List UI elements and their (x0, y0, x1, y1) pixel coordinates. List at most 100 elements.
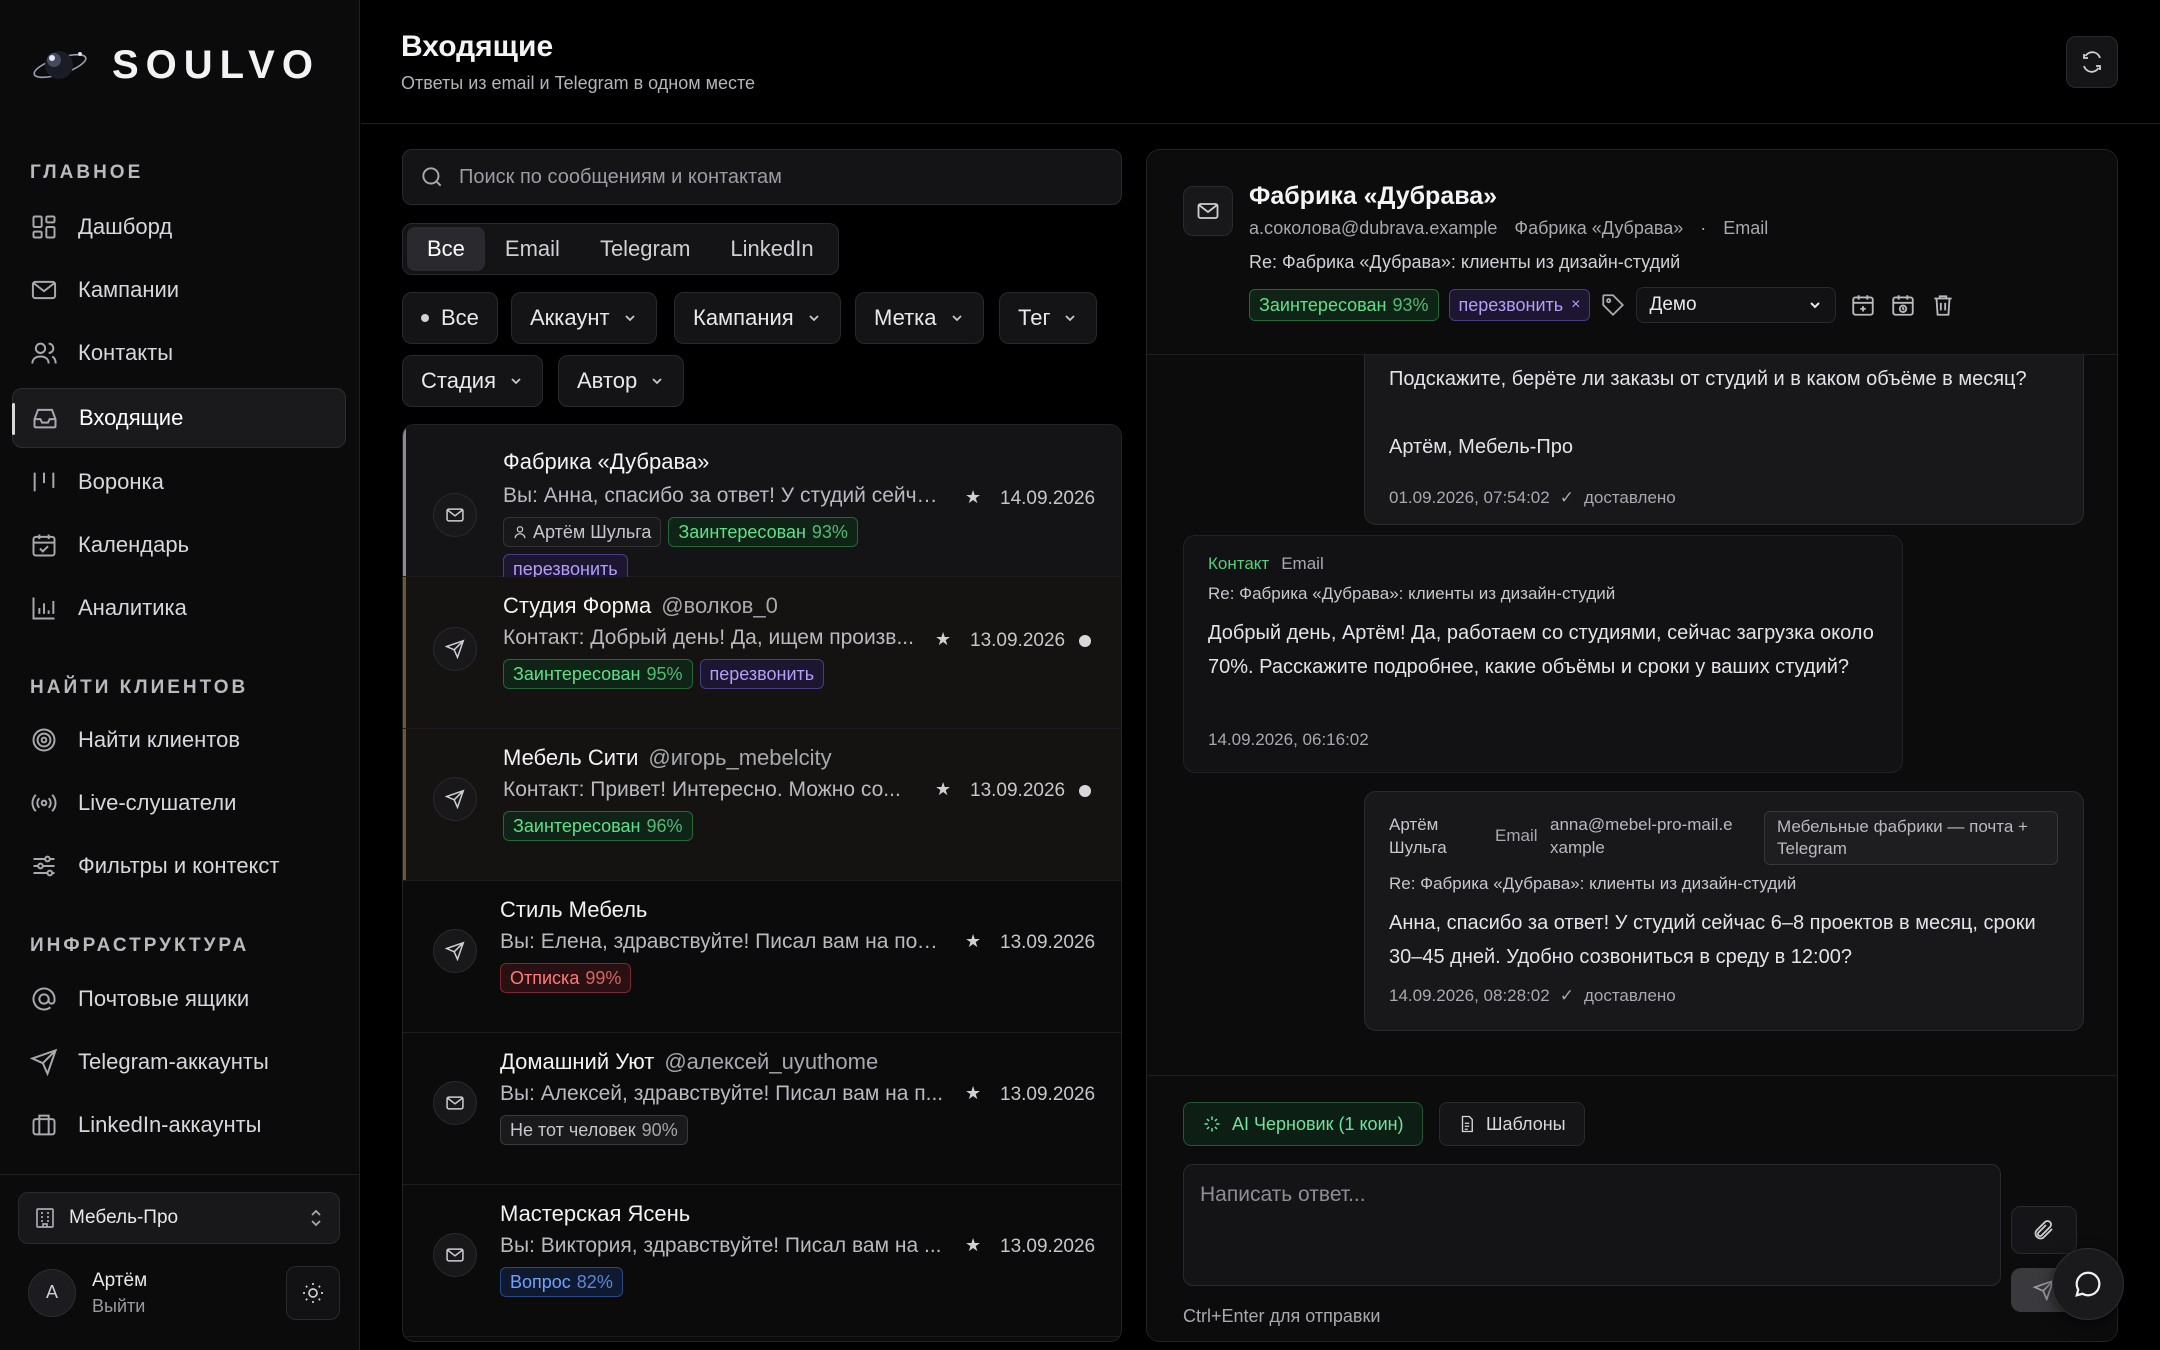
unread-indicator (1079, 635, 1091, 647)
filter-all[interactable]: Все (402, 292, 498, 344)
nav-item-label: Дашборд (78, 214, 173, 239)
star-icon[interactable]: ★ (935, 629, 951, 650)
tab-email[interactable]: Email (485, 227, 580, 271)
filter-label: Аккаунт (530, 305, 610, 330)
nav-item-live-listeners[interactable]: Live-слушатели (12, 773, 346, 833)
nav-item-linkedin-accounts[interactable]: LinkedIn-аккаунты (12, 1095, 346, 1155)
contact-email[interactable]: a.соколова@dubrava.example (1249, 218, 1497, 238)
trash-icon[interactable] (1930, 292, 1956, 318)
message-meta: Контакт Email (1208, 554, 1324, 574)
star-icon[interactable]: ★ (965, 1083, 981, 1104)
channel-telegram-badge (433, 929, 477, 973)
filter-tag-dropdown[interactable]: Тег (999, 292, 1098, 344)
nav-item-contacts[interactable]: Контакты (12, 323, 346, 383)
channel-email-badge (1183, 186, 1233, 236)
star-icon[interactable]: ★ (965, 1235, 981, 1256)
badge-text: Вопрос (510, 1271, 571, 1292)
brand-name: SOULVO (112, 42, 320, 87)
nav-item-funnel[interactable]: Воронка (12, 452, 346, 512)
tab-linkedin[interactable]: LinkedIn (710, 227, 833, 271)
conversation-row[interactable]: Мастерская Ясень Вы: Виктория, здравству… (403, 1185, 1121, 1337)
nav-item-telegram-accounts[interactable]: Telegram-аккаунты (12, 1032, 346, 1092)
message-body: Анна, спасибо за ответ! У студий сейчас … (1389, 912, 2036, 969)
star-icon[interactable]: ★ (965, 931, 981, 952)
nav-section-title: НАЙТИ КЛИЕНТОВ (30, 677, 249, 698)
detail-title: Фабрика «Дубрава» (1249, 182, 1498, 210)
badge-text: перезвонить (1458, 294, 1564, 315)
ai-draft-button[interactable]: AI Черновик (1 коин) (1183, 1102, 1423, 1146)
conversation-row[interactable]: Студия Форма @волков_0 Контакт: Добрый де… (403, 577, 1121, 729)
conversation-row[interactable]: Фабрика «Дубрава» Вы: Анна, спасибо за о… (403, 425, 1121, 584)
nav-item-dashboard[interactable]: Дашборд (12, 197, 346, 257)
tab-telegram[interactable]: Telegram (580, 227, 710, 271)
detail-tags: Заинтересован 93% перезвонить × Демо (1249, 287, 1956, 323)
filter-account-dropdown[interactable]: Аккаунт (511, 292, 657, 344)
mail-icon (446, 508, 464, 522)
nav-item-analytics[interactable]: Аналитика (12, 578, 346, 638)
conversation-date: 13.09.2026 (1000, 1084, 1096, 1105)
nav-item-filters-context[interactable]: Фильтры и контекст (12, 836, 346, 896)
workspace-switcher[interactable]: Мебель-Про (18, 1192, 340, 1244)
status-badge: Вопрос 82% (500, 1267, 623, 1297)
send-icon (445, 639, 465, 659)
filter-campaign-dropdown[interactable]: Кампания (674, 292, 841, 344)
calendar-clock-icon[interactable] (1890, 292, 1916, 318)
workspace-name: Мебель-Про (69, 1207, 179, 1228)
badge-confidence: 93% (1392, 294, 1429, 315)
conversation-date: 14.09.2026 (1000, 488, 1096, 509)
remove-label-icon[interactable]: × (1571, 296, 1580, 314)
stage-select[interactable]: Демо (1636, 287, 1837, 323)
tag-icon[interactable] (1600, 292, 1626, 318)
nav-item-label: Почтовые ящики (78, 986, 250, 1011)
user-name: Артём (92, 1270, 148, 1291)
detail-meta: a.соколова@dubrava.example Фабрика «Дубр… (1249, 218, 1780, 239)
mail-icon (446, 1096, 464, 1110)
users-icon (31, 342, 57, 364)
message-sender: Артём Шульга (1389, 815, 1447, 857)
channel-tabs: Все Email Telegram LinkedIn (402, 223, 839, 275)
filter-stage-dropdown[interactable]: Стадия (402, 355, 543, 407)
brand-logo[interactable]: SOULVO (30, 38, 320, 92)
filter-label-dropdown[interactable]: Метка (855, 292, 984, 344)
filter-author-dropdown[interactable]: Автор (558, 355, 685, 407)
message-body: Подскажите, берёте ли заказы от студий и… (1389, 362, 2069, 465)
star-icon[interactable]: ★ (965, 487, 981, 508)
sidebar: SOULVO ГЛАВНОЕ Дашборд Кампании Контакты… (0, 0, 360, 1350)
logout-link[interactable]: Выйти (92, 1294, 147, 1318)
calendar-add-icon[interactable] (1850, 292, 1876, 318)
paperclip-icon (2034, 1220, 2053, 1240)
ai-draft-label: AI Черновик (1 коин) (1232, 1113, 1404, 1134)
nav-item-calendar[interactable]: Календарь (12, 515, 346, 575)
status-badge: Заинтересован 93% (668, 517, 858, 547)
nav-item-campaigns[interactable]: Кампании (12, 260, 346, 320)
nav-item-inbox[interactable]: Входящие (12, 388, 346, 448)
contact-channel: Email (1723, 218, 1769, 238)
message-sender: Контакт (1208, 554, 1270, 573)
theme-toggle-button[interactable] (286, 1266, 340, 1320)
nav-item-mailboxes[interactable]: Почтовые ящики (12, 969, 346, 1029)
nav-item-find-clients[interactable]: Найти клиентов (12, 710, 346, 770)
chevron-down-icon (511, 378, 521, 385)
attach-button[interactable] (2011, 1206, 2077, 1254)
templates-button[interactable]: Шаблоны (1439, 1102, 1585, 1146)
planet-logo-icon (33, 51, 87, 79)
nav-section-title: ИНФРАСТРУКТУРА (30, 935, 250, 956)
star-icon[interactable]: ★ (935, 779, 951, 800)
reply-input[interactable] (1183, 1164, 2001, 1286)
conversation-row[interactable]: Домашний Уют @алексей_uyuthome Вы: Алексе… (403, 1033, 1121, 1185)
search-input[interactable] (459, 165, 1099, 189)
message-footer: 01.09.2026, 07:54:02 ✓ доставлено (1389, 488, 1676, 508)
user-profile: А Артём Выйти (28, 1268, 147, 1318)
message-footer: 14.09.2026, 08:28:02 ✓ доставлено (1389, 986, 1676, 1006)
status-badge[interactable]: Заинтересован 93% (1249, 289, 1439, 321)
search-bar[interactable] (402, 149, 1122, 205)
contact-name: Мебель Сити (503, 745, 639, 770)
tab-all[interactable]: Все (407, 227, 485, 271)
support-chat-button[interactable] (2052, 1248, 2124, 1320)
sender-address: anna@mebel-pro-mail.example (1550, 815, 1733, 857)
refresh-button[interactable] (2066, 36, 2118, 88)
nav-item-label: Календарь (78, 532, 190, 557)
conversation-row[interactable]: Стиль Мебель Вы: Елена, здравствуйте! Пи… (403, 881, 1121, 1033)
conversation-row[interactable]: Мебель Сити @игорь_mebelcity Контакт: При… (403, 729, 1121, 881)
